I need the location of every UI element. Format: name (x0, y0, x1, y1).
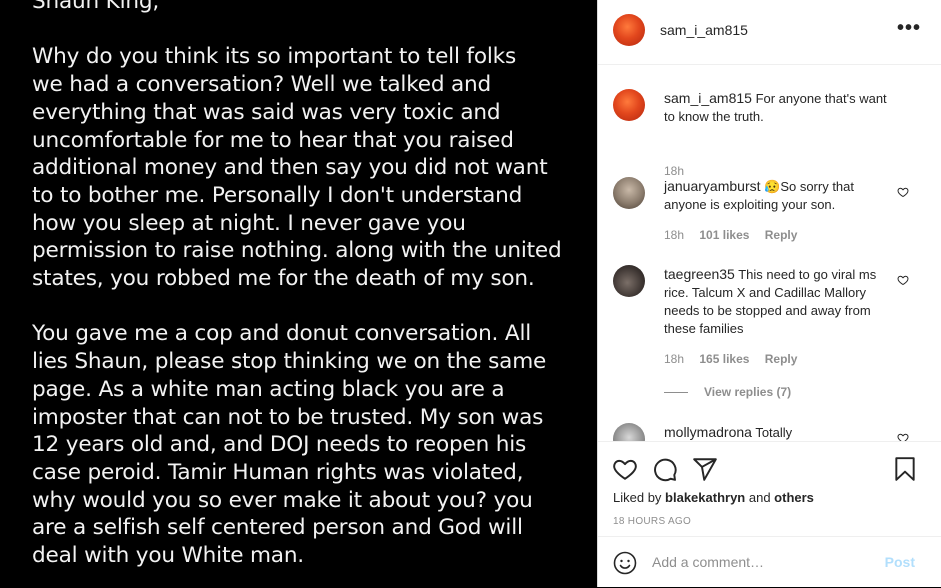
divider-line (664, 392, 688, 394)
avatar[interactable] (613, 265, 645, 297)
comment-username[interactable]: taegreen35 (664, 266, 735, 282)
comment-body: mollymadrona Totally (664, 423, 894, 441)
reply-button[interactable]: Reply (765, 352, 798, 366)
comment-meta: 18h 101 likes Reply (664, 228, 809, 242)
comment-time[interactable]: 18h (664, 164, 684, 178)
more-icon[interactable]: ••• (897, 18, 921, 38)
image-line: imposter that can not to be trusted. My … (32, 404, 544, 430)
comment-time[interactable]: 18h (664, 228, 684, 242)
bookmark-icon[interactable] (892, 456, 918, 482)
post-actions: Liked by blakekathryn and others 18 HOUR… (598, 441, 941, 537)
comments-sidebar: sam_i_am815 ••• sam_i_am815 For anyone t… (597, 0, 941, 587)
image-paragraph-2: You gave me a cop and donut conversation… (32, 320, 587, 569)
heart-icon[interactable] (897, 432, 909, 441)
add-comment-bar: Post (598, 536, 941, 588)
heart-icon[interactable] (897, 186, 909, 198)
image-line: how you sleep at night. I never gave you (32, 210, 466, 236)
comment-username[interactable]: januaryamburst (664, 178, 761, 194)
image-line: Why do you think its so important to tel… (32, 44, 516, 70)
view-replies-label: View replies (7) (704, 385, 792, 399)
comment-icon[interactable] (652, 456, 678, 482)
image-greeting: Shaun King, (32, 0, 160, 14)
image-line: uncomfortable for me to hear that you ra… (32, 127, 514, 153)
image-line: 12 years old and, and DOJ needs to reope… (32, 432, 527, 458)
comment-body: januaryamburst 😥So sorry that anyone is … (664, 177, 894, 214)
like-count[interactable]: 165 likes (699, 352, 749, 366)
avatar[interactable] (613, 423, 645, 441)
author-avatar[interactable] (613, 14, 645, 46)
post-button[interactable]: Post (885, 554, 915, 570)
post-timestamp[interactable]: 18 HOURS AGO (613, 516, 691, 527)
like-heart-icon[interactable] (612, 456, 638, 482)
instagram-post-modal: Shaun King, Why do you think its so impo… (0, 0, 941, 587)
image-line: lies Shaun, please stop thinking we on t… (32, 349, 547, 375)
comment-body: sam_i_am815 For anyone that's want to kn… (664, 89, 894, 126)
image-line: permission to raise nothing. along with … (32, 238, 562, 264)
comment-body: taegreen35 This need to go viral ms rice… (664, 265, 894, 338)
image-line: why would you so ever make it about you?… (32, 487, 533, 513)
liked-by-others[interactable]: others (774, 490, 814, 505)
image-line: everything that was said was very toxic … (32, 99, 501, 125)
image-line: to to bother me. Personally I don't unde… (32, 182, 523, 208)
avatar[interactable] (613, 177, 645, 209)
liked-by-user[interactable]: blakekathryn (665, 490, 745, 505)
image-line: page. As a white man acting black you ar… (32, 376, 505, 402)
post-image[interactable]: Shaun King, Why do you think its so impo… (0, 0, 597, 587)
share-icon[interactable] (692, 456, 718, 482)
liked-by-prefix: Liked by (613, 490, 666, 505)
post-header: sam_i_am815 ••• (598, 0, 941, 65)
post-image-text: Shaun King, Why do you think its so impo… (32, 0, 587, 587)
reply-button[interactable]: Reply (765, 228, 798, 242)
image-line: states, you robbed me for the death of m… (32, 266, 535, 292)
author-username[interactable]: sam_i_am815 (660, 22, 748, 38)
image-line: are a selfish self centered person and G… (32, 515, 523, 541)
comments-list[interactable]: sam_i_am815 For anyone that's want to kn… (598, 65, 941, 441)
like-count[interactable]: 101 likes (699, 228, 749, 242)
emoji-icon[interactable] (613, 551, 637, 575)
liked-by-and: and (745, 490, 775, 505)
avatar[interactable] (613, 89, 645, 121)
image-line: deal with you White man. (32, 543, 304, 569)
comment-meta: 18h (664, 164, 696, 178)
image-paragraph-1: Why do you think its so important to tel… (32, 43, 587, 292)
heart-icon[interactable] (897, 274, 909, 286)
comment-meta: 18h 165 likes Reply (664, 352, 809, 366)
comment-username[interactable]: mollymadrona (664, 424, 752, 440)
image-line: You gave me a cop and donut conversation… (32, 321, 532, 347)
comment-input[interactable] (652, 552, 872, 572)
comment-username[interactable]: sam_i_am815 (664, 90, 752, 106)
comment-text: Totally (755, 425, 793, 440)
sad-emoji: 😥 (764, 179, 781, 194)
image-line: case peroid. Tamir Human rights was viol… (32, 459, 524, 485)
image-line: additional money and then say you did no… (32, 155, 548, 181)
view-replies-button[interactable]: View replies (7) (664, 385, 791, 399)
comment-time[interactable]: 18h (664, 352, 684, 366)
liked-by: Liked by blakekathryn and others (613, 490, 814, 505)
image-line: we had a conversation? Well we talked an… (32, 72, 492, 98)
